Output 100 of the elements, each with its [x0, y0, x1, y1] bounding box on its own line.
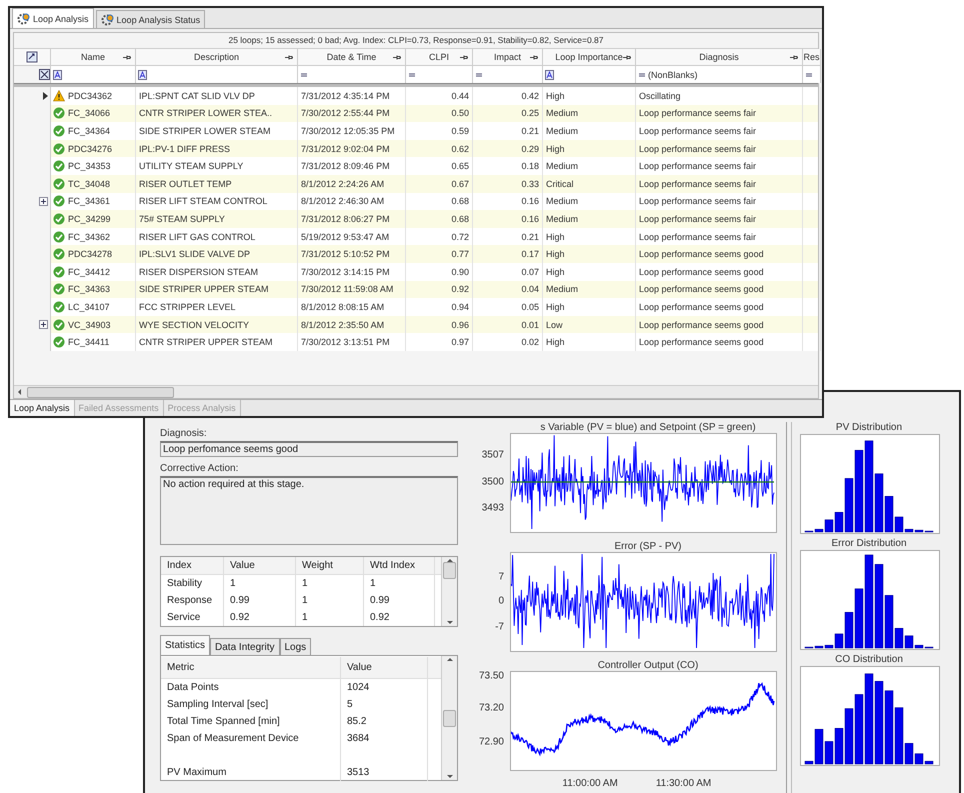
filter-cell[interactable]: [406, 66, 473, 83]
table-cell: PDC34276: [68, 144, 112, 154]
filter-cell[interactable]: (NonBlanks): [636, 66, 803, 83]
table-cell: 0.02: [473, 333, 543, 351]
table-cell: Loop performance seems good: [636, 333, 803, 351]
check-icon: [53, 107, 65, 120]
filter-value: (NonBlanks): [648, 70, 698, 80]
horizontal-scrollbar[interactable]: [14, 385, 818, 398]
table-row[interactable]: FC_34066 CNTR STRIPER LOWER STEA.. 7/30/2012 2:55:44 PM 0.50 0.25 Medium Loop performance seems fair: [14, 104, 818, 122]
check-icon: [53, 300, 65, 313]
column-header[interactable]: Description: [194, 52, 240, 62]
axis-tick-label: 73.50: [478, 670, 504, 682]
table-cell: FC_34362: [68, 232, 110, 242]
column-header[interactable]: Weight: [296, 557, 364, 574]
check-icon: [53, 283, 65, 296]
tab[interactable]: Logs: [280, 638, 312, 655]
table-cell: 1: [296, 575, 364, 592]
table-row[interactable]: FC_34364 SIDE STRIPER LOWER STEAM 7/30/2012 12:05:35 PM 0.59 0.21 Medium Loop performance seems fair: [14, 122, 818, 140]
chart-title: PV Distribution: [834, 422, 904, 434]
tab[interactable]: Loop Analysis: [10, 400, 75, 416]
table-cell: 0.97: [406, 333, 473, 351]
table-cell: 7/30/2012 3:13:51 PM: [298, 333, 406, 351]
table-row[interactable]: PDC34362 IPL:SPNT CAT SLID VLV DP 7/31/2012 4:35:14 PM 0.44 0.42 High Oscillating: [14, 87, 818, 105]
diagnosis-field[interactable]: Loop perfomance seems good: [160, 441, 458, 457]
chart-title: Error (SP - PV): [613, 541, 683, 552]
table-cell: 85.2: [341, 713, 428, 730]
table-cell: Stability: [161, 575, 224, 592]
column-header[interactable]: CLPI: [428, 52, 449, 62]
expand-icon: [39, 196, 48, 206]
table-row[interactable]: PC_34299 75# STEAM SUPPLY 7/31/2012 8:06:27 PM 0.68 0.16 Medium Loop performance seems fair: [14, 210, 818, 228]
table-row[interactable]: FC_34411 CNTR STRIPER UPPER STEAM 7/30/2012 3:13:51 PM 0.97 0.02 High Loop performance seems good: [14, 333, 818, 351]
check-icon: [53, 160, 65, 172]
pin-icon: [622, 54, 632, 61]
table-cell: Total Time Spanned [min]: [161, 713, 341, 730]
table-cell: Response: [161, 592, 224, 609]
table-cell: PV Maximum: [161, 764, 341, 781]
pin-icon: [459, 54, 469, 61]
text-filter-icon: [545, 70, 554, 80]
filter-cell[interactable]: [136, 66, 298, 83]
table-cell: PC_34299: [68, 214, 111, 224]
column-chooser-icon: [26, 51, 38, 63]
vertical-scrollbar[interactable]: [441, 656, 457, 780]
text-filter-icon: [53, 70, 62, 80]
filter-cell[interactable]: [298, 66, 406, 83]
axis-tick-label: 3500: [482, 476, 504, 488]
column-header[interactable]: Metric: [161, 657, 341, 678]
pin-icon: [789, 54, 799, 61]
table-cell: PDC34362: [68, 90, 112, 101]
field-label: Corrective Action:: [160, 463, 240, 474]
equals-icon: [408, 72, 416, 78]
axis-tick-label: 0: [498, 596, 504, 606]
table-cell: Sampling Interval [sec]: [161, 696, 341, 713]
table-cell: TC_34048: [68, 178, 110, 189]
row-pointer-icon: [43, 92, 48, 100]
table-row[interactable]: PDC34278 IPL:SLV1 SLIDE VALVE DP 7/31/2012 5:10:52 PM 0.77 0.17 High Loop performance seems good: [14, 245, 818, 263]
table-cell: VC_34903: [68, 320, 111, 330]
column-header[interactable]: Name: [80, 52, 105, 62]
row-header[interactable]: [14, 87, 51, 105]
axis-tick-label: 11:30:00 AM: [656, 778, 712, 789]
filter-cell[interactable]: [803, 66, 821, 83]
table-cell: FC_34412: [68, 266, 110, 277]
check-icon: [53, 230, 65, 243]
table-row[interactable]: PDC34276 IPL:PV-1 DIFF PRESS 7/31/2012 9:02:04 PM 0.62 0.29 High Loop performance seems fair: [14, 140, 818, 158]
column-header[interactable]: Wtd Index: [364, 557, 435, 574]
corrective-action-field[interactable]: No action required at this stage.: [160, 476, 458, 545]
filter-cell[interactable]: [51, 66, 136, 83]
filter-cell[interactable]: [473, 66, 543, 83]
table-cell: Data Points: [161, 679, 341, 696]
table-row[interactable]: FC_34362 RISER LIFT GAS CONTROL 5/19/2012 9:53:47 AM 0.72 0.21 High Loop performance seems fair: [14, 228, 818, 246]
tab[interactable]: Loop Analysis: [12, 8, 94, 28]
table-row[interactable]: TC_34048 RISER OUTLET TEMP 8/1/2012 2:24:26 AM 0.67 0.33 Critical Loop performance seems fair: [14, 174, 818, 193]
table-cell: FC_34363: [68, 284, 110, 294]
table-row[interactable]: VC_34903 WYE SECTION VELOCITY 8/1/2012 2:35:50 AM 0.96 0.01 Low Loop performance seems good: [14, 316, 818, 334]
column-header[interactable]: Index: [161, 557, 224, 574]
column-header[interactable]: Value: [341, 657, 428, 678]
table-row[interactable]: FC_34363 SIDE STRIPER UPPER STEAM 7/30/2012 11:59:08 AM 0.92 0.04 Medium Loop performance seems good: [14, 280, 818, 298]
table-cell: 0.92: [224, 609, 296, 626]
column-header[interactable]: Diagnosis: [699, 52, 739, 62]
table-row[interactable]: PC_34353 UTILITY STEAM SUPPLY 7/31/2012 8:09:46 PM 0.65 0.18 Medium Loop performance seems fair: [14, 157, 818, 175]
chart-title: s Variable (PV = blue) and Setpoint (SP = green): [539, 422, 757, 433]
table-cell: 0.99: [364, 592, 435, 609]
filter-cell[interactable]: [543, 66, 636, 83]
table-cell: FC_34066: [68, 108, 110, 118]
table-row[interactable]: LC_34107 FCC STRIPPER LEVEL 8/1/2012 8:08:15 AM 0.94 0.05 High Loop performance seems good: [14, 298, 818, 316]
axis-tick-label: 3507: [482, 449, 504, 460]
axis-tick-label: -7: [495, 622, 504, 633]
column-header[interactable]: Value: [224, 557, 296, 574]
check-icon: [53, 248, 65, 260]
text-filter-icon: [138, 70, 147, 80]
tab[interactable]: Data Integrity: [210, 638, 280, 655]
tab[interactable]: Statistics: [160, 635, 210, 655]
vertical-scrollbar[interactable]: [441, 557, 457, 626]
equals-icon: [300, 72, 308, 78]
table-cell: FC_34411: [68, 337, 110, 348]
tab[interactable]: Loop Analysis Status: [96, 10, 206, 28]
check-icon: [53, 336, 65, 348]
chart-title: Controller Output (CO): [596, 660, 700, 671]
table-row[interactable]: FC_34412 RISER DISPERSION STEAM 7/30/2012 3:14:15 PM 0.90 0.07 High Loop performance seems good: [14, 262, 818, 281]
table-row[interactable]: FC_34361 RISER LIFT STEAM CONTROL 8/1/2012 2:46:30 AM 0.68 0.16 Medium Loop performance seems fair: [14, 192, 818, 210]
table-cell: LC_34107: [68, 302, 110, 312]
